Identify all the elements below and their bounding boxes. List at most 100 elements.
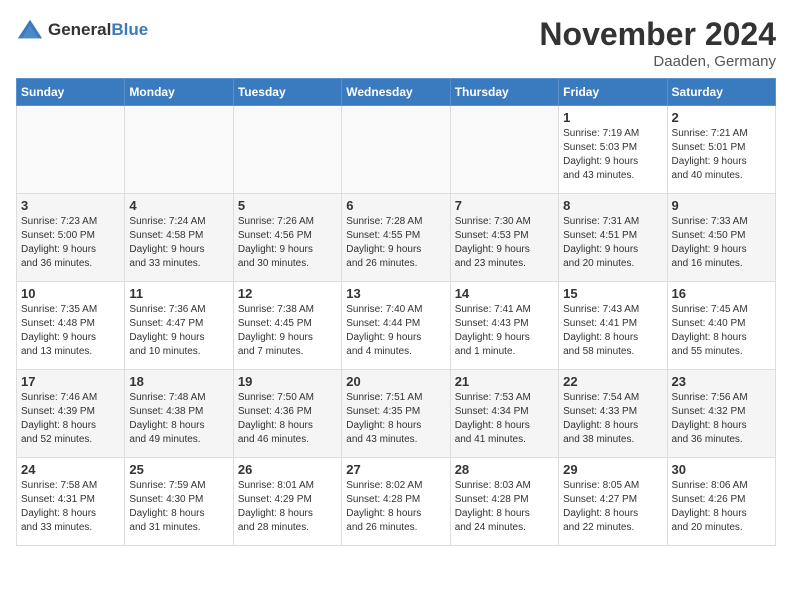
calendar-cell: 4 Sunrise: 7:24 AM Sunset: 4:58 PM Daylig… bbox=[125, 194, 233, 282]
calendar-cell: 24 Sunrise: 7:58 AM Sunset: 4:31 PM Dayli… bbox=[17, 458, 125, 546]
day-number: 18 bbox=[129, 374, 228, 389]
calendar-cell: 21 Sunrise: 7:53 AM Sunset: 4:34 PM Dayli… bbox=[450, 370, 558, 458]
weekday-header: Thursday bbox=[450, 79, 558, 106]
day-number: 15 bbox=[563, 286, 662, 301]
calendar-cell: 12 Sunrise: 7:38 AM Sunset: 4:45 PM Dayli… bbox=[233, 282, 341, 370]
day-number: 17 bbox=[21, 374, 120, 389]
calendar-cell: 27 Sunrise: 8:02 AM Sunset: 4:28 PM Dayli… bbox=[342, 458, 450, 546]
month-title: November 2024 bbox=[539, 16, 776, 53]
day-number: 27 bbox=[346, 462, 445, 477]
day-number: 9 bbox=[672, 198, 771, 213]
day-number: 20 bbox=[346, 374, 445, 389]
day-number: 10 bbox=[21, 286, 120, 301]
location: Daaden, Germany bbox=[539, 53, 776, 70]
day-number: 21 bbox=[455, 374, 554, 389]
day-info: Sunrise: 7:46 AM Sunset: 4:39 PM Dayligh… bbox=[21, 391, 120, 447]
calendar-cell: 9 Sunrise: 7:33 AM Sunset: 4:50 PM Daylig… bbox=[667, 194, 775, 282]
calendar-cell: 23Sunrise: 7:56 AM Sunset: 4:32 PM Dayli… bbox=[667, 370, 775, 458]
calendar-week-row: 24 Sunrise: 7:58 AM Sunset: 4:31 PM Dayli… bbox=[17, 458, 776, 546]
weekday-header: Wednesday bbox=[342, 79, 450, 106]
day-info: Sunrise: 7:59 AM Sunset: 4:30 PM Dayligh… bbox=[129, 479, 228, 535]
weekday-header: Tuesday bbox=[233, 79, 341, 106]
day-info: Sunrise: 7:38 AM Sunset: 4:45 PM Dayligh… bbox=[238, 303, 337, 359]
calendar-cell: 29Sunrise: 8:05 AM Sunset: 4:27 PM Dayli… bbox=[559, 458, 667, 546]
day-info: Sunrise: 7:33 AM Sunset: 4:50 PM Dayligh… bbox=[672, 215, 771, 271]
day-number: 5 bbox=[238, 198, 337, 213]
calendar-cell: 22 Sunrise: 7:54 AM Sunset: 4:33 PM Dayli… bbox=[559, 370, 667, 458]
calendar-cell: 16 Sunrise: 7:45 AM Sunset: 4:40 PM Dayli… bbox=[667, 282, 775, 370]
day-number: 6 bbox=[346, 198, 445, 213]
calendar-cell: 13Sunrise: 7:40 AM Sunset: 4:44 PM Dayli… bbox=[342, 282, 450, 370]
day-number: 14 bbox=[455, 286, 554, 301]
calendar-cell: 26 Sunrise: 8:01 AM Sunset: 4:29 PM Dayli… bbox=[233, 458, 341, 546]
day-info: Sunrise: 8:06 AM Sunset: 4:26 PM Dayligh… bbox=[672, 479, 771, 535]
day-number: 26 bbox=[238, 462, 337, 477]
day-number: 23 bbox=[672, 374, 771, 389]
day-info: Sunrise: 7:36 AM Sunset: 4:47 PM Dayligh… bbox=[129, 303, 228, 359]
day-info: Sunrise: 7:24 AM Sunset: 4:58 PM Dayligh… bbox=[129, 215, 228, 271]
logo: GeneralBlue bbox=[16, 16, 148, 44]
day-info: Sunrise: 7:50 AM Sunset: 4:36 PM Dayligh… bbox=[238, 391, 337, 447]
day-info: Sunrise: 7:41 AM Sunset: 4:43 PM Dayligh… bbox=[455, 303, 554, 359]
calendar-cell bbox=[17, 106, 125, 194]
calendar-cell: 25 Sunrise: 7:59 AM Sunset: 4:30 PM Dayli… bbox=[125, 458, 233, 546]
calendar-cell bbox=[450, 106, 558, 194]
day-info: Sunrise: 7:19 AM Sunset: 5:03 PM Dayligh… bbox=[563, 127, 662, 183]
calendar-cell: 5 Sunrise: 7:26 AM Sunset: 4:56 PM Daylig… bbox=[233, 194, 341, 282]
day-number: 8 bbox=[563, 198, 662, 213]
day-number: 16 bbox=[672, 286, 771, 301]
calendar-cell: 28Sunrise: 8:03 AM Sunset: 4:28 PM Dayli… bbox=[450, 458, 558, 546]
calendar-cell: 18 Sunrise: 7:48 AM Sunset: 4:38 PM Dayli… bbox=[125, 370, 233, 458]
day-number: 1 bbox=[563, 110, 662, 125]
calendar-week-row: 3 Sunrise: 7:23 AM Sunset: 5:00 PM Daylig… bbox=[17, 194, 776, 282]
day-number: 24 bbox=[21, 462, 120, 477]
day-info: Sunrise: 7:23 AM Sunset: 5:00 PM Dayligh… bbox=[21, 215, 120, 271]
calendar-week-row: 10Sunrise: 7:35 AM Sunset: 4:48 PM Dayli… bbox=[17, 282, 776, 370]
day-info: Sunrise: 8:02 AM Sunset: 4:28 PM Dayligh… bbox=[346, 479, 445, 535]
calendar-cell: 15 Sunrise: 7:43 AM Sunset: 4:41 PM Dayli… bbox=[559, 282, 667, 370]
day-info: Sunrise: 7:21 AM Sunset: 5:01 PM Dayligh… bbox=[672, 127, 771, 183]
logo-blue: Blue bbox=[111, 20, 148, 39]
calendar-cell: 20 Sunrise: 7:51 AM Sunset: 4:35 PM Dayli… bbox=[342, 370, 450, 458]
calendar-cell bbox=[342, 106, 450, 194]
day-number: 25 bbox=[129, 462, 228, 477]
day-number: 22 bbox=[563, 374, 662, 389]
calendar-cell: 11 Sunrise: 7:36 AM Sunset: 4:47 PM Dayli… bbox=[125, 282, 233, 370]
day-info: Sunrise: 7:40 AM Sunset: 4:44 PM Dayligh… bbox=[346, 303, 445, 359]
calendar-table: SundayMondayTuesdayWednesdayThursdayFrid… bbox=[16, 78, 776, 546]
day-info: Sunrise: 7:28 AM Sunset: 4:55 PM Dayligh… bbox=[346, 215, 445, 271]
calendar-cell: 30Sunrise: 8:06 AM Sunset: 4:26 PM Dayli… bbox=[667, 458, 775, 546]
logo-icon bbox=[16, 16, 44, 44]
calendar-cell: 3 Sunrise: 7:23 AM Sunset: 5:00 PM Daylig… bbox=[17, 194, 125, 282]
day-info: Sunrise: 7:51 AM Sunset: 4:35 PM Dayligh… bbox=[346, 391, 445, 447]
calendar-week-row: 17 Sunrise: 7:46 AM Sunset: 4:39 PM Dayli… bbox=[17, 370, 776, 458]
day-number: 4 bbox=[129, 198, 228, 213]
day-number: 19 bbox=[238, 374, 337, 389]
day-number: 12 bbox=[238, 286, 337, 301]
weekday-header: Saturday bbox=[667, 79, 775, 106]
day-info: Sunrise: 7:54 AM Sunset: 4:33 PM Dayligh… bbox=[563, 391, 662, 447]
day-info: Sunrise: 8:01 AM Sunset: 4:29 PM Dayligh… bbox=[238, 479, 337, 535]
day-number: 7 bbox=[455, 198, 554, 213]
calendar-cell: 7Sunrise: 7:30 AM Sunset: 4:53 PM Daylig… bbox=[450, 194, 558, 282]
day-number: 3 bbox=[21, 198, 120, 213]
page-header: GeneralBlue November 2024 Daaden, German… bbox=[16, 16, 776, 70]
logo-general: General bbox=[48, 20, 111, 39]
weekday-header: Sunday bbox=[17, 79, 125, 106]
calendar-cell: 1 Sunrise: 7:19 AM Sunset: 5:03 PM Daylig… bbox=[559, 106, 667, 194]
day-info: Sunrise: 8:03 AM Sunset: 4:28 PM Dayligh… bbox=[455, 479, 554, 535]
day-info: Sunrise: 7:43 AM Sunset: 4:41 PM Dayligh… bbox=[563, 303, 662, 359]
calendar-week-row: 1 Sunrise: 7:19 AM Sunset: 5:03 PM Daylig… bbox=[17, 106, 776, 194]
day-number: 29 bbox=[563, 462, 662, 477]
day-info: Sunrise: 7:53 AM Sunset: 4:34 PM Dayligh… bbox=[455, 391, 554, 447]
weekday-header: Monday bbox=[125, 79, 233, 106]
day-info: Sunrise: 7:58 AM Sunset: 4:31 PM Dayligh… bbox=[21, 479, 120, 535]
day-number: 2 bbox=[672, 110, 771, 125]
calendar-cell: 19 Sunrise: 7:50 AM Sunset: 4:36 PM Dayli… bbox=[233, 370, 341, 458]
weekday-header: Friday bbox=[559, 79, 667, 106]
day-info: Sunrise: 7:45 AM Sunset: 4:40 PM Dayligh… bbox=[672, 303, 771, 359]
calendar-cell: 6 Sunrise: 7:28 AM Sunset: 4:55 PM Daylig… bbox=[342, 194, 450, 282]
day-info: Sunrise: 7:26 AM Sunset: 4:56 PM Dayligh… bbox=[238, 215, 337, 271]
day-number: 11 bbox=[129, 286, 228, 301]
day-info: Sunrise: 7:48 AM Sunset: 4:38 PM Dayligh… bbox=[129, 391, 228, 447]
